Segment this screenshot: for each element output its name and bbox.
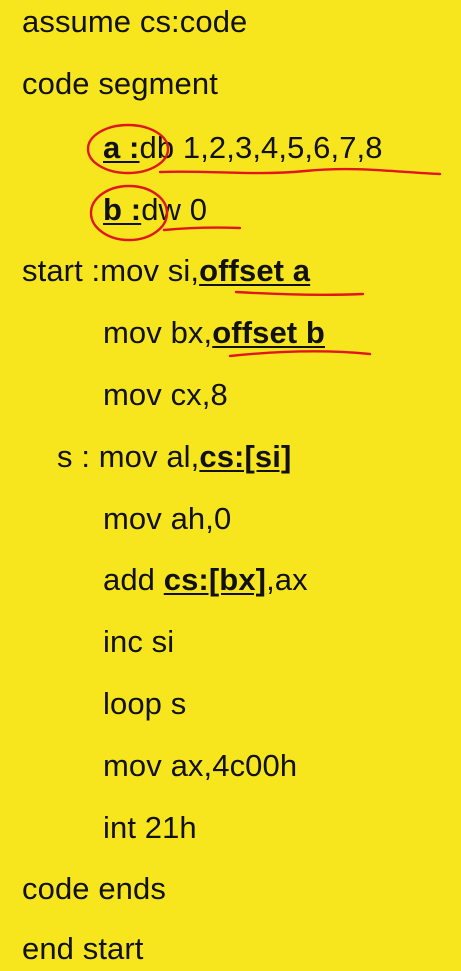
line-8-prefix: s : mov al, — [57, 439, 200, 474]
code-line-8: s : mov al,cs:[si] — [57, 439, 291, 475]
code-line-16: end start — [22, 931, 144, 966]
code-line-13: mov ax,4c00h — [103, 748, 298, 783]
cs-si-operand: cs:[si] — [199, 439, 292, 474]
code-line-7: mov cx,8 — [103, 377, 228, 412]
code-line-11: inc si — [103, 624, 175, 659]
code-line-3: a :db 1,2,3,4,5,6,7,8 — [103, 130, 383, 166]
code-line-14: int 21h — [103, 810, 197, 845]
line-6-prefix: mov bx, — [103, 315, 213, 350]
code-line-1: assume cs:code — [22, 4, 248, 39]
offset-b: offset b — [212, 315, 325, 350]
line-10-suffix: ,ax — [266, 562, 308, 597]
label-a: a : — [103, 130, 140, 165]
line-5-prefix: start :mov si, — [22, 253, 200, 288]
label-b: b : — [103, 192, 142, 227]
code-line-9: mov ah,0 — [103, 501, 232, 536]
db-declaration: db 1,2,3,4,5,6,7,8 — [139, 130, 383, 165]
code-line-10: add cs:[bx],ax — [103, 562, 308, 598]
code-line-5: start :mov si,offset a — [22, 253, 310, 289]
cs-bx-operand: cs:[bx] — [163, 562, 267, 597]
dw-declaration: dw 0 — [141, 192, 208, 227]
code-line-4: b :dw 0 — [103, 192, 207, 228]
line-10-prefix: add — [103, 562, 164, 597]
code-line-15: code ends — [22, 871, 166, 906]
code-line-2: code segment — [22, 66, 218, 101]
offset-a: offset a — [199, 253, 311, 288]
code-panel: assume cs:code code segment a :db 1,2,3,… — [0, 0, 461, 971]
code-line-12: loop s — [103, 686, 187, 721]
code-line-6: mov bx,offset b — [103, 315, 325, 351]
